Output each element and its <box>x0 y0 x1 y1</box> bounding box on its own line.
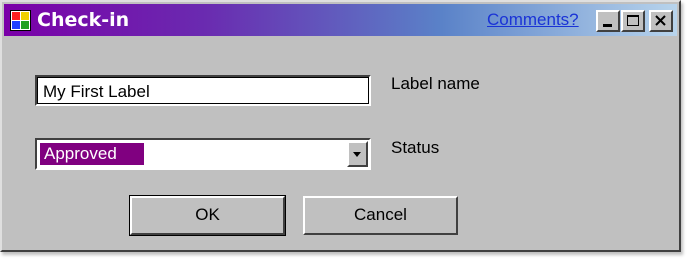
check-in-dialog: Check-in Comments? My First Label Label … <box>0 0 681 252</box>
label-name-input[interactable]: My First Label <box>35 75 371 106</box>
cancel-button[interactable]: Cancel <box>303 196 458 235</box>
close-button[interactable] <box>649 10 673 32</box>
label-name-caption: Label name <box>391 74 480 93</box>
minimize-button[interactable] <box>596 10 620 32</box>
ok-button[interactable]: OK <box>129 195 286 236</box>
maximize-icon <box>627 15 639 26</box>
minimize-icon <box>603 24 612 27</box>
window-title: Check-in <box>37 9 130 31</box>
status-selected-value: Approved <box>40 143 144 165</box>
status-dropdown[interactable]: Approved <box>35 138 371 170</box>
close-icon <box>655 15 666 26</box>
chevron-down-icon <box>353 152 361 157</box>
title-bar[interactable]: Check-in Comments? <box>4 4 677 36</box>
app-window-icon <box>10 10 31 31</box>
status-caption: Status <box>391 138 440 157</box>
comments-link[interactable]: Comments? <box>487 10 579 30</box>
status-dropdown-button[interactable] <box>347 141 368 167</box>
maximize-button[interactable] <box>621 10 645 32</box>
